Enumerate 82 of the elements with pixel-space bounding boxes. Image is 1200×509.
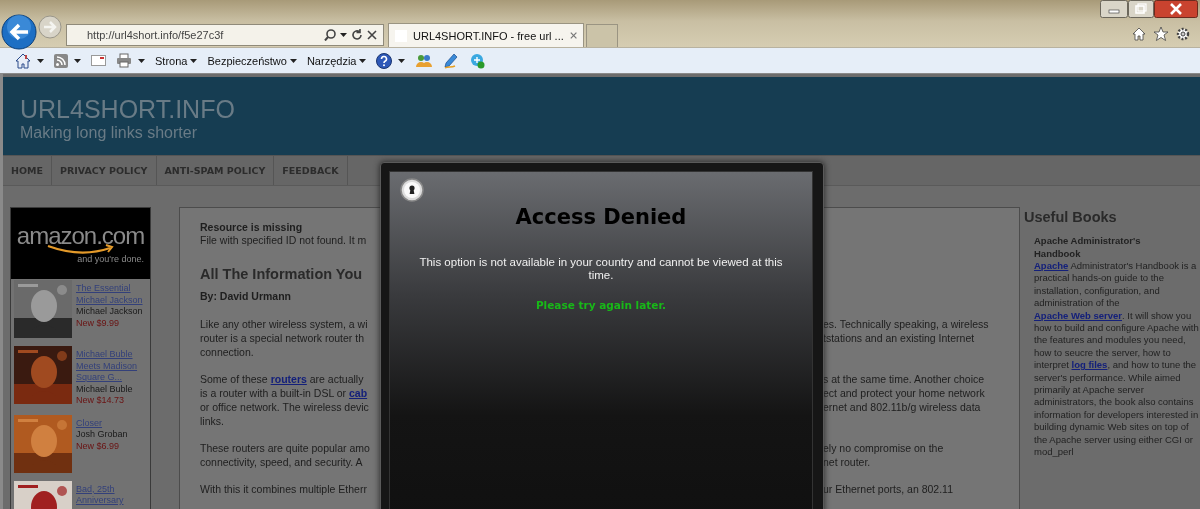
article-byline: By: David Urmann: [200, 290, 293, 303]
nav-link[interactable]: HOME: [3, 156, 52, 185]
close-icon[interactable]: [367, 30, 377, 40]
home-icon[interactable]: [15, 52, 31, 69]
link[interactable]: Apache Web server: [1034, 309, 1122, 321]
notice-title: Resource is missing: [200, 221, 304, 234]
url-text: http://url4short.info/f5e27c3f: [87, 29, 224, 41]
paragraph-text: net router.: [823, 455, 872, 469]
site-tagline: Making long links shorter: [20, 123, 198, 143]
smile-arrow-icon: [45, 243, 116, 254]
paragraph-text: ernet and 802.11b/g wireless data: [823, 400, 982, 414]
caret-icon[interactable]: [74, 58, 81, 63]
article-heading: All The Information You: [200, 266, 363, 283]
sidebar-heading: Useful Books: [1024, 208, 1118, 227]
pen-icon[interactable]: [443, 52, 460, 69]
paragraph-text: es. Technically speaking, a wireless: [823, 317, 990, 331]
printer-icon[interactable]: [116, 53, 132, 68]
amazon-banner[interactable]: amazon.com and you're done.: [11, 208, 150, 279]
contacts-icon[interactable]: [415, 52, 434, 69]
menu-button[interactable]: Bezpieczeństwo: [207, 54, 297, 67]
close-button[interactable]: [1154, 0, 1198, 18]
keyhole-icon: [400, 178, 424, 202]
paragraph-text: These routers are quite popular amo: [200, 441, 371, 455]
paragraph-text: ect and protect your home network: [823, 386, 986, 400]
search-icon[interactable]: [324, 29, 336, 41]
paragraph-text: tstations and an existing Internet: [823, 331, 976, 345]
settings-icon[interactable]: [1176, 27, 1190, 41]
home-icon[interactable]: [1132, 27, 1146, 41]
product-artist: Michael Jackson: [76, 306, 144, 318]
menu-button[interactable]: Narzędzia: [306, 54, 367, 67]
paragraph-text: ely no compromise on the: [823, 441, 945, 455]
product-link[interactable]: The Essential Michael Jackson: [76, 283, 148, 306]
link[interactable]: cab: [349, 387, 368, 399]
link[interactable]: Apache: [1034, 260, 1069, 271]
maximize-button[interactable]: [1128, 0, 1154, 18]
address-field[interactable]: http://url4short.info/f5e27c3f: [66, 24, 384, 46]
product-artist: Michael Buble: [76, 383, 134, 395]
book-title: Apache Administrator's Handbook: [1034, 235, 1142, 260]
amazon-logo: amazon.com: [16, 223, 145, 248]
menu-button[interactable]: Strona: [155, 54, 198, 67]
dialog-message: This option is not available in your country and cannot be viewed at this time.: [418, 256, 784, 282]
mail-icon[interactable]: [91, 55, 106, 66]
star-icon[interactable]: [1154, 27, 1168, 41]
caret-icon[interactable]: [138, 58, 145, 63]
minimize-button[interactable]: [1100, 0, 1128, 18]
notice-text: File with specified ID not found. It m: [200, 234, 368, 247]
dialog-hint: Please try again later.: [534, 299, 668, 311]
caret-icon[interactable]: [37, 58, 44, 63]
paragraph-text: ur Ethernet ports, an 802.11: [823, 482, 954, 496]
messenger-icon[interactable]: [469, 52, 486, 69]
paragraph-text: connectivity, speed, and security. A: [200, 455, 364, 469]
product-price: New $6.99: [76, 440, 121, 452]
feed-icon[interactable]: [54, 53, 68, 68]
caret-icon: [359, 58, 367, 63]
caret-icon: [190, 58, 198, 63]
caret-icon: [289, 58, 297, 63]
browser-tab[interactable]: URL4SHORT.INFO - free url ...: [388, 23, 584, 47]
product-price: New $9.99: [76, 317, 121, 329]
paragraph-text: With this it combines multiple Etherr: [200, 482, 368, 496]
paragraph-text: connection.: [200, 345, 255, 359]
nav-link[interactable]: FEEDBACK: [274, 156, 348, 185]
paragraph-text: s at the same time. Another choice: [823, 372, 986, 386]
caret-icon[interactable]: [340, 33, 347, 37]
amazon-slogan: and you're done.: [77, 253, 144, 264]
paragraph-text: router is a special network router th: [200, 331, 365, 345]
nav-link[interactable]: PRIVACY POLICY: [52, 156, 157, 185]
product-price: New $14.73: [76, 395, 126, 407]
paragraph-text: links.: [200, 414, 225, 428]
back-button[interactable]: [1, 14, 37, 50]
nav-link[interactable]: ANTI-SPAM POLICY: [156, 156, 275, 185]
help-icon[interactable]: [376, 52, 393, 69]
close-icon[interactable]: [569, 31, 577, 40]
site-title[interactable]: URL4SHORT.INFO: [20, 95, 1200, 123]
paragraph-text: or office network. The wireless devic: [200, 400, 370, 414]
link[interactable]: routers: [270, 373, 307, 385]
tab-title: URL4SHORT.INFO - free url ...: [413, 29, 564, 42]
refresh-icon[interactable]: [351, 29, 363, 41]
paragraph-text: Like any other wireless system, a wi: [200, 317, 369, 331]
product-artist: Josh Groban: [76, 429, 129, 441]
dialog-title: Access Denied: [514, 204, 688, 230]
product-link[interactable]: Bad, 25th Anniversary: [76, 483, 148, 507]
caret-icon[interactable]: [398, 58, 406, 63]
